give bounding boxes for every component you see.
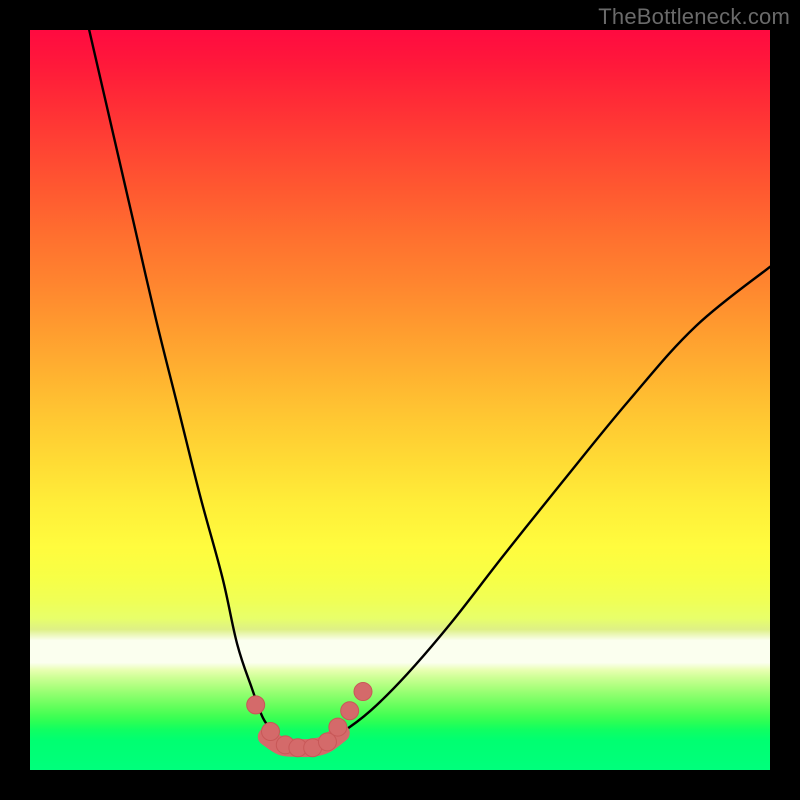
data-point-marker <box>329 718 347 736</box>
data-point-marker <box>341 702 359 720</box>
data-point-marker <box>247 696 265 714</box>
data-point-marker <box>262 723 280 741</box>
chart-svg <box>30 30 770 770</box>
chart-frame: TheBottleneck.com <box>0 0 800 800</box>
plot-area <box>30 30 770 770</box>
data-point-marker <box>354 683 372 701</box>
bottleneck-curve-right-branch <box>304 267 770 748</box>
curve-layer <box>89 30 770 748</box>
bottleneck-curve-left-branch <box>89 30 304 748</box>
attribution-label: TheBottleneck.com <box>598 4 790 30</box>
